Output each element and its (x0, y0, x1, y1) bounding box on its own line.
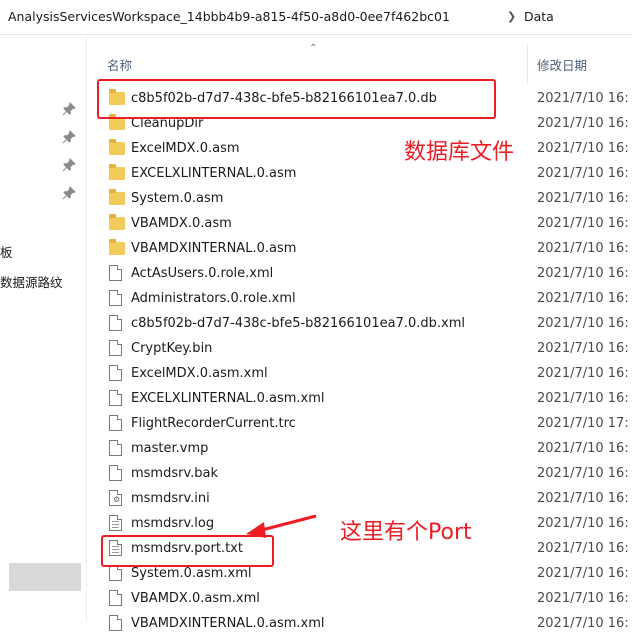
document-icon (109, 440, 125, 457)
settings-file-icon: ⚙ (109, 490, 125, 507)
annotation-arrow (246, 514, 317, 538)
breadcrumb-item-data[interactable]: Data (524, 0, 554, 34)
document-icon (109, 340, 125, 357)
sort-ascending-icon: ⌃ (309, 43, 318, 54)
file-row[interactable]: EXCELXLINTERNAL.0.asm 2021/7/10 16: (87, 161, 632, 186)
breadcrumb: AnalysisServicesWorkspace_14bbb4b9-a815-… (0, 0, 632, 35)
file-date: 2021/7/10 16: (537, 441, 629, 456)
document-icon (109, 465, 125, 482)
file-date: 2021/7/10 16: (537, 241, 629, 256)
breadcrumb-item-workspace[interactable]: AnalysisServicesWorkspace_14bbb4b9-a815-… (8, 0, 450, 34)
nav-item-datasource[interactable]: 数据源路纹 (0, 272, 63, 291)
column-header-name[interactable]: 名称 (107, 55, 132, 74)
file-row[interactable]: ExcelMDX.0.asm 2021/7/10 16: (87, 136, 632, 161)
file-date: 2021/7/10 16: (537, 266, 629, 281)
chevron-right-icon: ❯ (507, 10, 517, 23)
file-name: CryptKey.bin (131, 341, 213, 356)
document-icon (109, 365, 125, 382)
document-icon (109, 615, 125, 632)
document-icon (109, 290, 125, 307)
pin-icon (62, 158, 76, 172)
file-date: 2021/7/10 17: (537, 416, 629, 431)
file-name: master.vmp (131, 441, 209, 456)
file-date: 2021/7/10 16: (537, 91, 629, 106)
file-name: EXCELXLINTERNAL.0.asm (131, 166, 297, 181)
file-row[interactable]: VBAMDX.0.asm 2021/7/10 16: (87, 211, 632, 236)
folder-icon (109, 189, 125, 207)
navigation-pane: 板 数据源路纹 (0, 35, 87, 622)
file-row[interactable]: System.0.asm 2021/7/10 16: (87, 186, 632, 211)
file-name: ExcelMDX.0.asm.xml (131, 366, 268, 381)
file-name: msmdsrv.log (131, 516, 215, 531)
document-icon (109, 565, 125, 582)
pin-icon (62, 186, 76, 200)
file-date: 2021/7/10 16: (537, 466, 629, 481)
file-date: 2021/7/10 16: (537, 391, 629, 406)
file-row[interactable]: EXCELXLINTERNAL.0.asm.xml 2021/7/10 16: (87, 386, 632, 411)
file-row[interactable]: master.vmp 2021/7/10 16: (87, 436, 632, 461)
nav-item-board[interactable]: 板 (0, 242, 13, 261)
file-row[interactable]: ActAsUsers.0.role.xml 2021/7/10 16: (87, 261, 632, 286)
file-date: 2021/7/10 16: (537, 541, 629, 556)
file-date: 2021/7/10 16: (537, 166, 629, 181)
file-date: 2021/7/10 16: (537, 291, 629, 306)
file-name: Administrators.0.role.xml (131, 291, 296, 306)
file-date: 2021/7/10 16: (537, 516, 629, 531)
annotation-port-label: 这里有个Port (340, 520, 472, 545)
file-date: 2021/7/10 16: (537, 616, 629, 631)
folder-icon (109, 239, 125, 257)
file-name: VBAMDX.0.asm (131, 216, 232, 231)
file-row[interactable]: FlightRecorderCurrent.trc 2021/7/10 17: (87, 411, 632, 436)
file-name: c8b5f02b-d7d7-438c-bfe5-b82166101ea7.0.d… (131, 316, 465, 331)
file-date: 2021/7/10 16: (537, 116, 629, 131)
file-name: msmdsrv.ini (131, 491, 210, 506)
document-icon (109, 390, 125, 407)
file-row[interactable]: VBAMDXINTERNAL.0.asm.xml 2021/7/10 16: (87, 611, 632, 636)
file-row[interactable]: msmdsrv.bak 2021/7/10 16: (87, 461, 632, 486)
file-date: 2021/7/10 16: (537, 191, 629, 206)
column-header-date[interactable]: 修改日期 (537, 55, 587, 74)
file-name: VBAMDX.0.asm.xml (131, 591, 260, 606)
nav-selected-item[interactable] (9, 563, 81, 591)
document-icon (109, 415, 125, 432)
pin-icon (62, 102, 76, 116)
file-row[interactable]: CryptKey.bin 2021/7/10 16: (87, 336, 632, 361)
annotation-db-label: 数据库文件 (404, 140, 515, 165)
file-date: 2021/7/10 16: (537, 316, 629, 331)
file-name: VBAMDXINTERNAL.0.asm.xml (131, 616, 325, 631)
file-name: EXCELXLINTERNAL.0.asm.xml (131, 391, 325, 406)
file-date: 2021/7/10 16: (537, 366, 629, 381)
file-name: ActAsUsers.0.role.xml (131, 266, 274, 281)
file-row[interactable]: VBAMDX.0.asm.xml 2021/7/10 16: (87, 586, 632, 611)
file-row[interactable]: VBAMDXINTERNAL.0.asm 2021/7/10 16: (87, 236, 632, 261)
file-row[interactable]: c8b5f02b-d7d7-438c-bfe5-b82166101ea7.0.d… (87, 311, 632, 336)
document-icon (109, 315, 125, 332)
file-row[interactable]: ⚙ msmdsrv.ini 2021/7/10 16: (87, 486, 632, 511)
file-name: FlightRecorderCurrent.trc (131, 416, 296, 431)
file-row[interactable]: ExcelMDX.0.asm.xml 2021/7/10 16: (87, 361, 632, 386)
highlight-box-db (97, 79, 496, 119)
file-name: System.0.asm (131, 191, 224, 206)
file-date: 2021/7/10 16: (537, 216, 629, 231)
text-file-icon (109, 515, 125, 532)
file-name: msmdsrv.bak (131, 466, 219, 481)
column-divider[interactable] (527, 45, 528, 83)
document-icon (109, 265, 125, 282)
file-date: 2021/7/10 16: (537, 566, 629, 581)
file-date: 2021/7/10 16: (537, 491, 629, 506)
folder-icon (109, 214, 125, 232)
file-row[interactable]: Administrators.0.role.xml 2021/7/10 16: (87, 286, 632, 311)
folder-icon (109, 139, 125, 157)
file-date: 2021/7/10 16: (537, 341, 629, 356)
file-date: 2021/7/10 16: (537, 591, 629, 606)
folder-icon (109, 164, 125, 182)
pin-icon (62, 130, 76, 144)
document-icon (109, 590, 125, 607)
file-name: VBAMDXINTERNAL.0.asm (131, 241, 297, 256)
file-date: 2021/7/10 16: (537, 141, 629, 156)
column-header: ⌃ 名称 修改日期 (87, 35, 632, 85)
file-name: ExcelMDX.0.asm (131, 141, 240, 156)
